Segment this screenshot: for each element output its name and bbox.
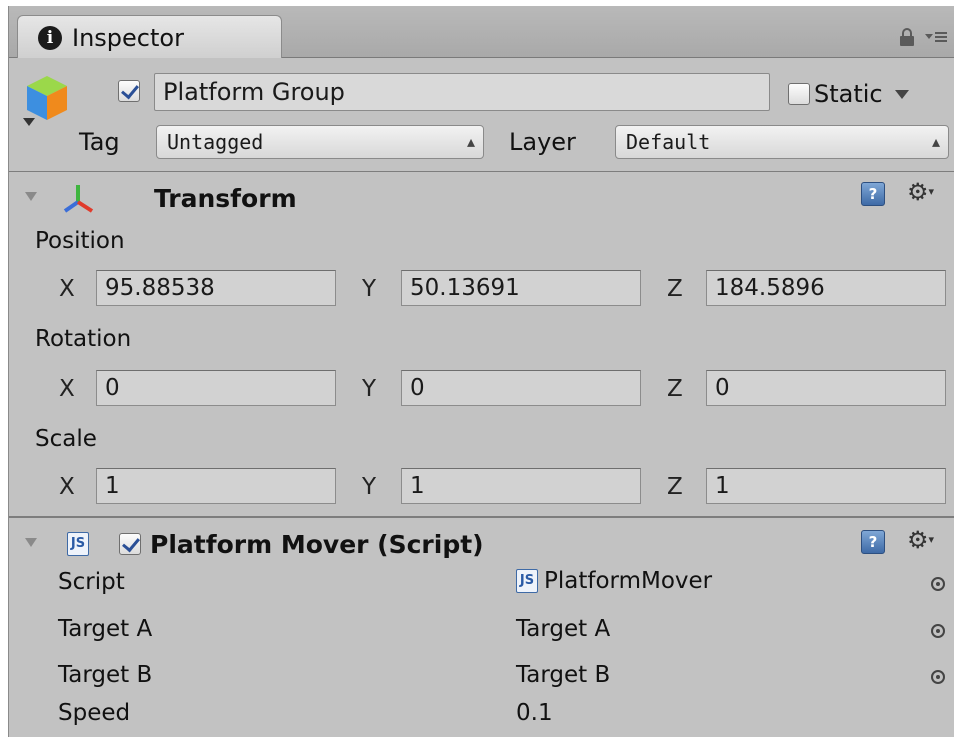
gameobject-active-checkbox[interactable]: [118, 80, 140, 102]
help-icon[interactable]: ?: [861, 182, 885, 206]
axis-y-label: Y: [362, 276, 377, 302]
object-picker-icon[interactable]: [931, 670, 945, 684]
tag-dropdown[interactable]: Untagged ▴: [156, 125, 484, 159]
script-component-title: Platform Mover (Script): [150, 530, 484, 559]
static-toggle[interactable]: Static: [788, 80, 909, 108]
gameobject-name-field[interactable]: Platform Group: [154, 73, 770, 111]
script-reference-value: PlatformMover: [544, 568, 713, 594]
foldout-arrow-icon[interactable]: [25, 538, 37, 547]
scale-z-field[interactable]: 1: [706, 468, 946, 504]
tab-menu-icon[interactable]: [925, 30, 947, 44]
script-component-header[interactable]: JS Platform Mover (Script) ? ⚙▾: [9, 520, 954, 570]
js-script-icon: JS: [516, 569, 538, 593]
script-property-label: Script: [58, 569, 125, 595]
rotation-x-field[interactable]: 0: [96, 370, 336, 406]
scale-y-field[interactable]: 1: [401, 468, 641, 504]
axis-z-label: Z: [667, 376, 683, 402]
gameobject-cube-icon: [23, 76, 67, 126]
lock-icon[interactable]: [899, 28, 915, 46]
js-script-icon: JS: [67, 532, 89, 556]
static-dropdown-arrow-icon[interactable]: [894, 89, 909, 99]
tab-strip: i Inspector: [9, 6, 954, 59]
target-a-field[interactable]: Target A: [516, 616, 610, 642]
inspector-window: i Inspector Platform Group Static Tag Un…: [8, 6, 954, 737]
gameobject-header: Platform Group Static Tag Untagged ▴ Lay…: [9, 58, 954, 172]
position-x-field[interactable]: 95.88538: [96, 270, 336, 306]
tag-value: Untagged: [167, 130, 264, 154]
foldout-arrow-icon[interactable]: [25, 192, 37, 201]
script-reference-field[interactable]: JS PlatformMover: [516, 568, 712, 594]
target-b-label: Target B: [58, 662, 153, 688]
speed-field[interactable]: 0.1: [516, 700, 553, 726]
tab-label: Inspector: [72, 23, 184, 52]
tab-inspector[interactable]: i Inspector: [17, 15, 282, 59]
rotation-z-field[interactable]: 0: [706, 370, 946, 406]
axis-y-label: Y: [362, 474, 377, 500]
axis-x-label: X: [59, 276, 75, 302]
tab-controls: [899, 28, 947, 46]
target-b-field[interactable]: Target B: [516, 662, 610, 688]
transform-axes-icon: [63, 185, 94, 213]
axis-z-label: Z: [667, 276, 683, 302]
static-checkbox[interactable]: [788, 83, 810, 105]
position-y-field[interactable]: 50.13691: [401, 270, 641, 306]
scale-label: Scale: [35, 426, 97, 452]
help-icon[interactable]: ?: [861, 530, 885, 554]
axis-y-label: Y: [362, 376, 377, 402]
transform-header[interactable]: Transform ? ⚙▾: [9, 174, 954, 224]
layer-label: Layer: [509, 128, 576, 156]
tag-label: Tag: [79, 128, 120, 156]
layer-value: Default: [626, 130, 711, 154]
updown-arrows-icon: ▴: [931, 132, 940, 151]
object-picker-icon[interactable]: [931, 624, 945, 638]
gear-icon[interactable]: ⚙▾: [907, 528, 934, 552]
axis-x-label: X: [59, 376, 75, 402]
position-label: Position: [35, 228, 125, 254]
axis-z-label: Z: [667, 474, 683, 500]
scale-x-field[interactable]: 1: [96, 468, 336, 504]
script-enabled-checkbox[interactable]: [119, 533, 141, 555]
position-z-field[interactable]: 184.5896: [706, 270, 946, 306]
info-icon: i: [38, 25, 62, 50]
gear-icon[interactable]: ⚙▾: [907, 180, 934, 204]
speed-label: Speed: [58, 700, 131, 726]
layer-dropdown[interactable]: Default ▴: [615, 125, 949, 159]
rotation-label: Rotation: [35, 326, 132, 352]
transform-title: Transform: [154, 184, 297, 213]
axis-x-label: X: [59, 474, 75, 500]
object-picker-icon[interactable]: [931, 577, 945, 591]
static-label: Static: [814, 80, 883, 108]
target-a-label: Target A: [58, 616, 153, 642]
updown-arrows-icon: ▴: [466, 132, 475, 151]
rotation-y-field[interactable]: 0: [401, 370, 641, 406]
component-separator: [9, 516, 954, 518]
